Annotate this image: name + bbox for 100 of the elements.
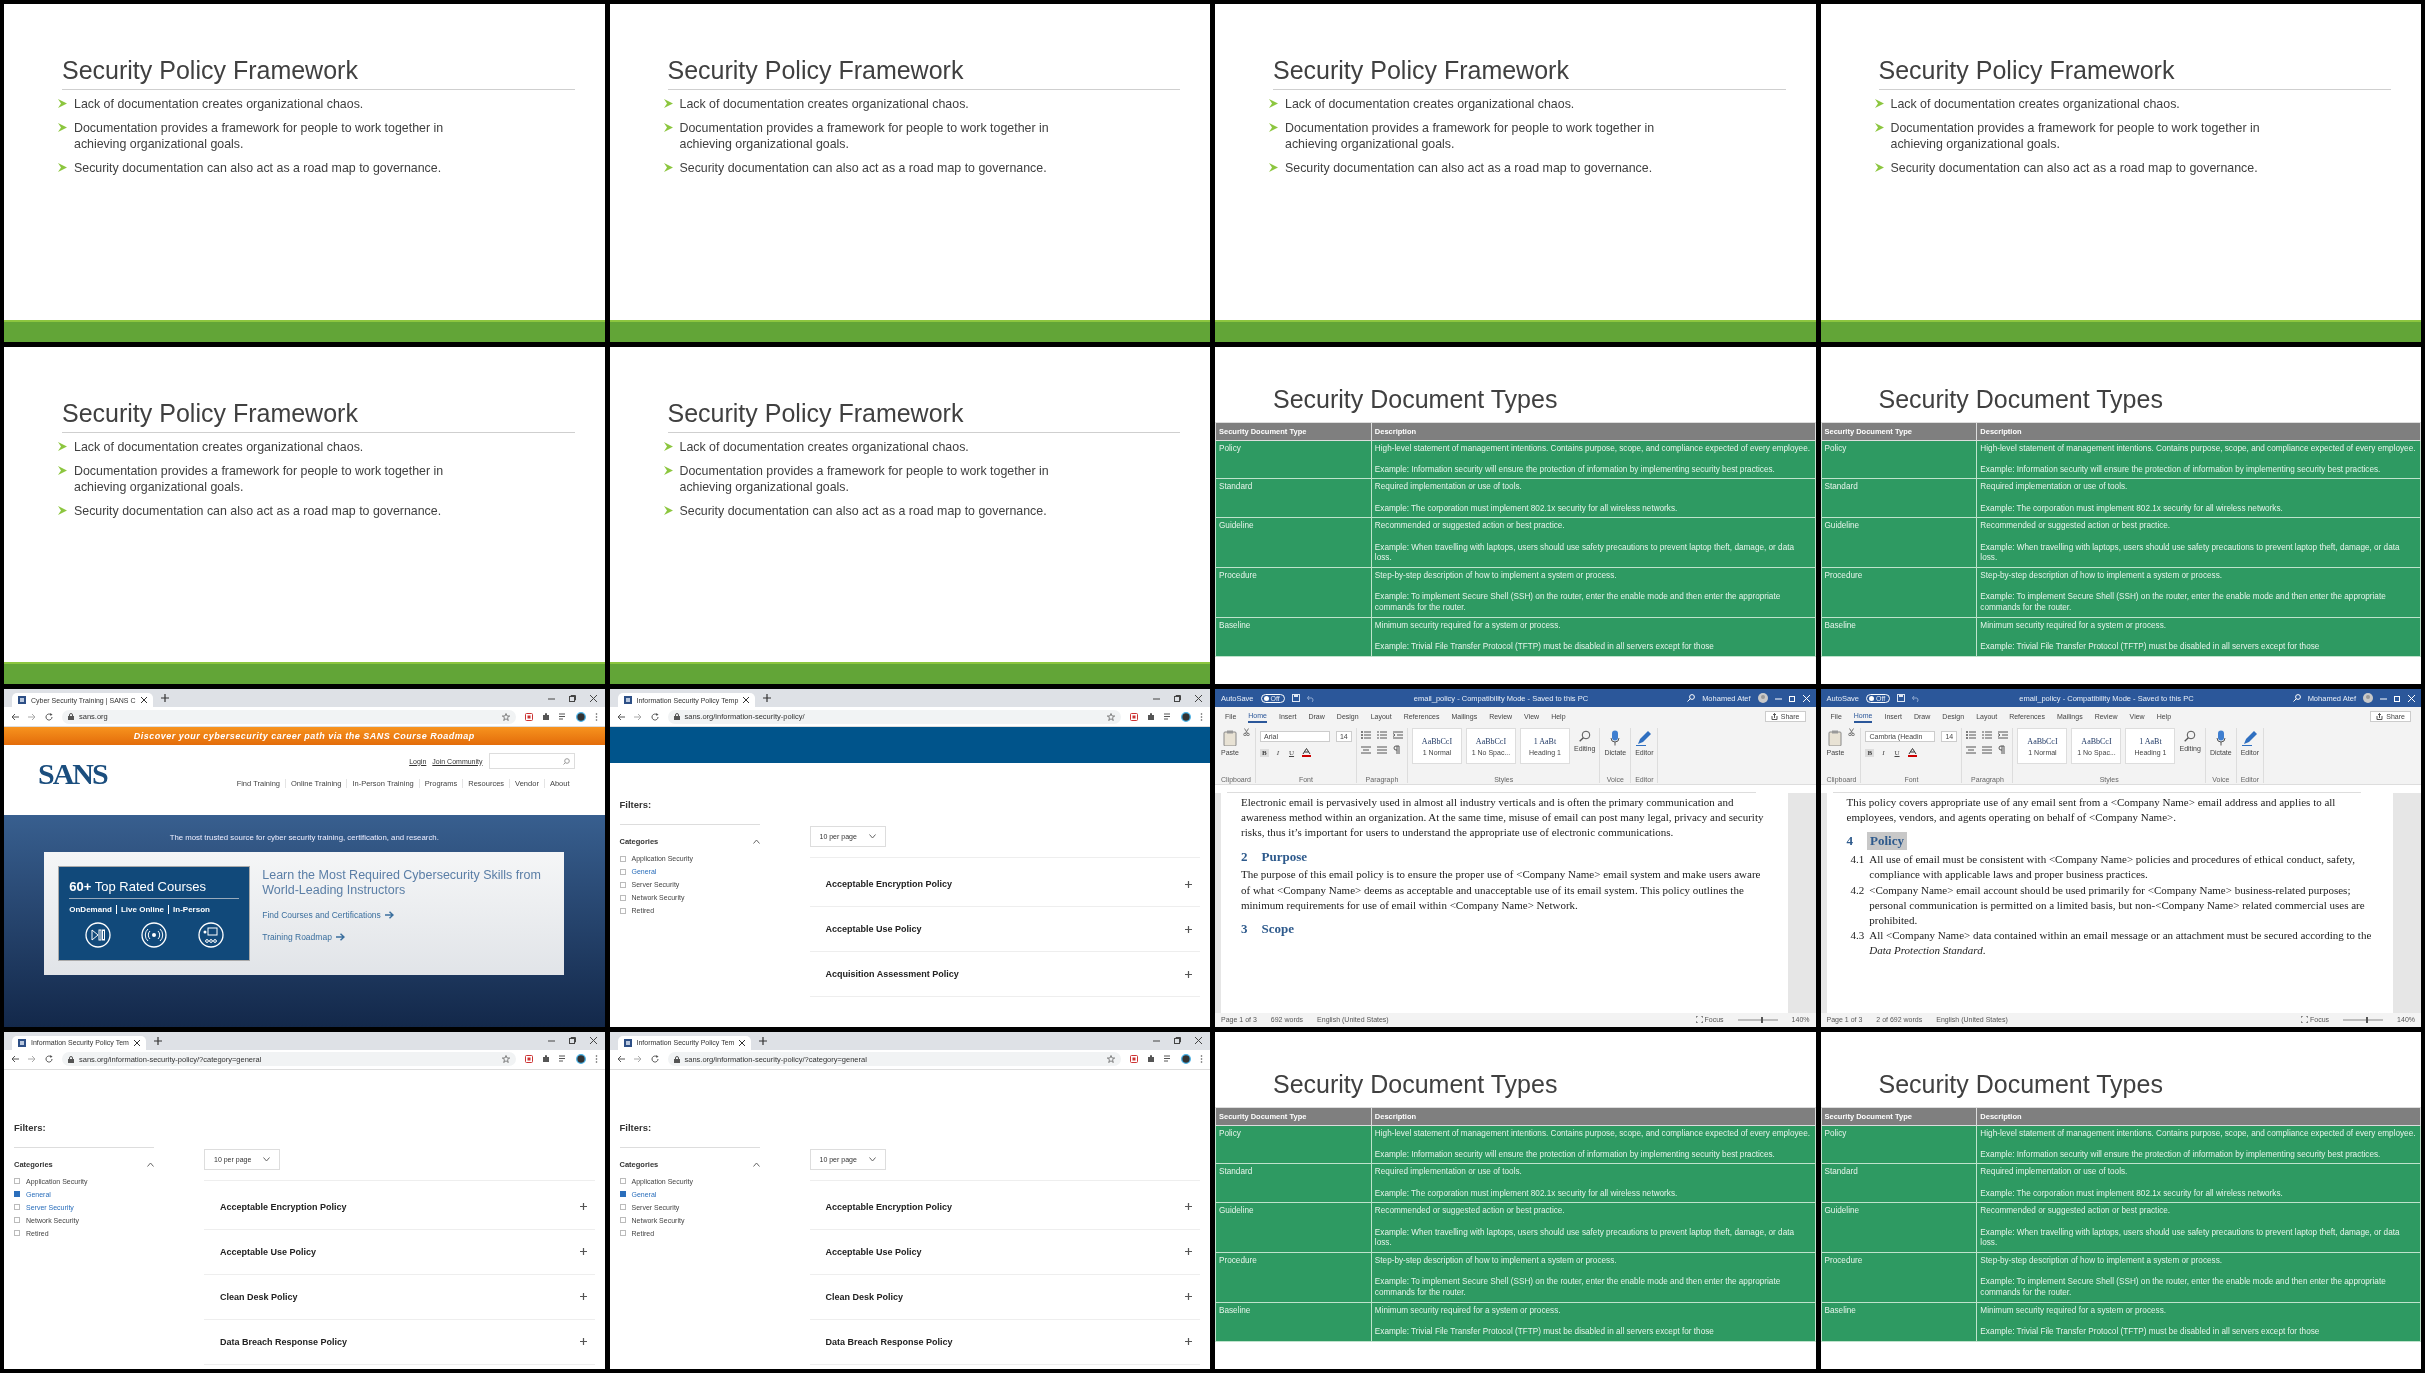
accordion-item[interactable]: Acceptable Use Policy bbox=[809, 1229, 1200, 1275]
close-icon[interactable] bbox=[133, 1039, 140, 1046]
checkbox[interactable] bbox=[619, 1230, 626, 1236]
accordion-item[interactable]: Data Breach Response Policy bbox=[809, 1319, 1200, 1365]
close-icon[interactable] bbox=[739, 1039, 746, 1046]
restore-icon[interactable] bbox=[568, 1037, 576, 1044]
close-icon[interactable] bbox=[1195, 1037, 1202, 1044]
accordion-item[interactable]: Acquisition Assessment Policy bbox=[809, 952, 1200, 997]
checkbox[interactable] bbox=[619, 1217, 626, 1223]
checkbox[interactable] bbox=[14, 1204, 20, 1210]
menu-icon[interactable] bbox=[594, 1055, 598, 1063]
accordion-item[interactable]: Acceptable Use Policy bbox=[809, 907, 1200, 952]
align-icon[interactable] bbox=[1360, 745, 1371, 754]
star-icon[interactable] bbox=[501, 712, 510, 721]
close-icon[interactable] bbox=[589, 694, 597, 702]
reload-icon[interactable] bbox=[45, 712, 53, 721]
checkbox[interactable] bbox=[619, 855, 626, 862]
accordion-item[interactable]: Clean Desk Policy bbox=[809, 1274, 1200, 1320]
close-icon[interactable] bbox=[140, 697, 147, 703]
bullets-icon[interactable] bbox=[1360, 731, 1371, 739]
save-icon[interactable] bbox=[1291, 694, 1300, 702]
close-icon[interactable] bbox=[1195, 694, 1202, 702]
checkbox[interactable] bbox=[14, 1178, 20, 1184]
star-icon[interactable] bbox=[501, 1055, 510, 1063]
new-tab-icon[interactable] bbox=[759, 1036, 768, 1045]
indent-icon[interactable] bbox=[1998, 731, 2009, 739]
checkbox[interactable] bbox=[14, 1230, 20, 1236]
forward-icon[interactable] bbox=[28, 712, 36, 721]
indent-icon[interactable] bbox=[1392, 731, 1403, 739]
playlist-icon[interactable] bbox=[1164, 1055, 1172, 1063]
extension-icon[interactable] bbox=[1130, 1055, 1138, 1063]
logo[interactable]: SANS bbox=[38, 757, 107, 791]
avatar-icon[interactable] bbox=[575, 711, 586, 722]
reload-icon[interactable] bbox=[650, 1055, 659, 1063]
accordion-item[interactable]: Acceptable Use Policy bbox=[204, 1229, 595, 1275]
back-icon[interactable] bbox=[616, 712, 625, 721]
forward-icon[interactable] bbox=[633, 712, 642, 721]
undo-icon[interactable] bbox=[1306, 694, 1315, 702]
close-icon[interactable] bbox=[743, 697, 750, 703]
checkbox[interactable] bbox=[619, 868, 626, 875]
playlist-icon[interactable] bbox=[558, 712, 567, 721]
extension-icon[interactable] bbox=[524, 712, 533, 721]
link[interactable]: Find Courses and Certifications bbox=[262, 910, 551, 920]
menu-icon[interactable] bbox=[1200, 1055, 1203, 1063]
accordion-item[interactable]: Acceptable Encryption Policy bbox=[809, 862, 1200, 907]
undo-icon[interactable] bbox=[1912, 694, 1921, 702]
star-icon[interactable] bbox=[1107, 712, 1115, 721]
puzzle-icon[interactable] bbox=[1147, 712, 1155, 721]
search-icon[interactable] bbox=[1687, 694, 1696, 702]
menu-icon[interactable] bbox=[1200, 712, 1203, 721]
save-icon[interactable] bbox=[1897, 694, 1906, 702]
menu-icon[interactable] bbox=[594, 712, 598, 721]
bullets-icon[interactable] bbox=[1966, 731, 1977, 739]
avatar-icon[interactable] bbox=[1181, 1054, 1191, 1064]
forward-icon[interactable] bbox=[633, 1055, 642, 1063]
close-icon[interactable] bbox=[589, 1037, 597, 1044]
back-icon[interactable] bbox=[11, 1055, 19, 1063]
checkbox[interactable] bbox=[619, 1178, 626, 1184]
chevron-up-icon[interactable] bbox=[147, 1161, 154, 1167]
chevron-up-icon[interactable] bbox=[752, 1161, 760, 1167]
playlist-icon[interactable] bbox=[558, 1055, 567, 1063]
zoom-slider-icon[interactable] bbox=[2343, 1016, 2384, 1023]
new-tab-icon[interactable] bbox=[160, 694, 169, 702]
text-color-icon[interactable] bbox=[1907, 748, 1917, 757]
playlist-icon[interactable] bbox=[1164, 712, 1172, 721]
chevron-up-icon[interactable] bbox=[752, 839, 760, 844]
align-icon[interactable] bbox=[1966, 745, 1977, 754]
restore-icon[interactable] bbox=[568, 694, 576, 702]
restore-icon[interactable] bbox=[1174, 694, 1181, 702]
scissors-icon[interactable] bbox=[1242, 728, 1250, 736]
avatar-icon[interactable] bbox=[1181, 711, 1191, 722]
scissors-icon[interactable] bbox=[1848, 728, 1856, 736]
checkbox[interactable] bbox=[619, 1191, 626, 1197]
puzzle-icon[interactable] bbox=[541, 1055, 550, 1063]
checkbox[interactable] bbox=[619, 881, 626, 888]
zoom-slider-icon[interactable] bbox=[1737, 1016, 1778, 1023]
justify-icon[interactable] bbox=[1376, 745, 1387, 754]
reload-icon[interactable] bbox=[650, 712, 659, 721]
extension-icon[interactable] bbox=[524, 1055, 533, 1063]
accordion-item[interactable]: Acceptable Encryption Policy bbox=[204, 1184, 595, 1230]
back-icon[interactable] bbox=[616, 1055, 625, 1063]
checkbox[interactable] bbox=[619, 894, 626, 901]
accordion-item[interactable]: Acceptable Encryption Policy bbox=[809, 1184, 1200, 1230]
checkbox[interactable] bbox=[619, 907, 626, 914]
numbering-icon[interactable] bbox=[1982, 731, 1993, 739]
puzzle-icon[interactable] bbox=[541, 712, 550, 721]
new-tab-icon[interactable] bbox=[153, 1036, 162, 1045]
star-icon[interactable] bbox=[1107, 1055, 1115, 1063]
link[interactable]: Training Roadmap bbox=[262, 932, 551, 942]
avatar-icon[interactable] bbox=[575, 1054, 586, 1064]
search-icon[interactable] bbox=[2292, 694, 2301, 702]
accordion-item[interactable]: Data Breach Response Policy bbox=[204, 1319, 595, 1365]
search-field[interactable] bbox=[488, 753, 575, 769]
justify-icon[interactable] bbox=[1982, 745, 1993, 754]
accordion-item[interactable]: Clean Desk Policy bbox=[204, 1274, 595, 1320]
minimize-icon[interactable] bbox=[1153, 1037, 1160, 1044]
new-tab-icon[interactable] bbox=[763, 694, 772, 702]
extension-icon[interactable] bbox=[1130, 712, 1138, 721]
restore-icon[interactable] bbox=[1174, 1037, 1181, 1044]
puzzle-icon[interactable] bbox=[1147, 1055, 1155, 1063]
